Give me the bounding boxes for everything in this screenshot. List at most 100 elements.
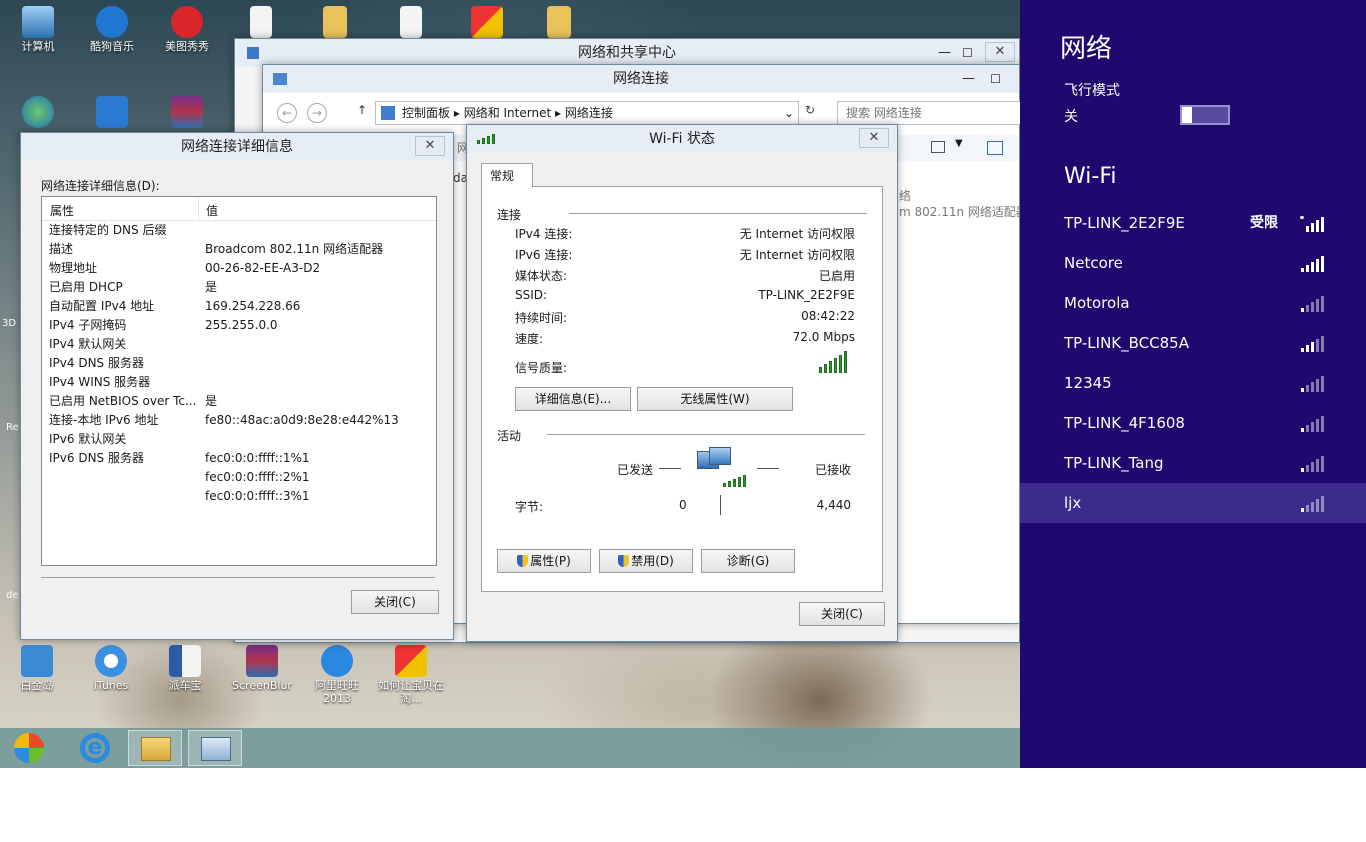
wifi-network-item[interactable]: Motorola <box>1020 283 1366 323</box>
details-list[interactable]: 属性 值 连接特定的 DNS 后缀 描述 Broadcom 802.11n 网络适配… <box>41 196 437 566</box>
details-row-value: 00-26-82-EE-A3-D2 <box>205 261 321 275</box>
status-value: 无 Internet 访问权限 <box>739 227 855 241</box>
details-row[interactable]: IPv4 默认网关 <box>42 335 436 354</box>
signal-quality-icon <box>819 351 847 373</box>
details-row[interactable]: 描述 Broadcom 802.11n 网络适配器 <box>42 240 436 259</box>
wifi-network-item[interactable]: Netcore <box>1020 243 1366 283</box>
status-value: TP-LINK_2E2F9E <box>758 288 855 302</box>
taskbar-control-panel[interactable] <box>188 730 242 766</box>
details-row[interactable]: 自动配置 IPv4 地址 169.254.228.66 <box>42 297 436 316</box>
desktop-icon-folder[interactable] <box>300 6 370 40</box>
wifi-network-item[interactable]: TP-LINK_4F1608 <box>1020 403 1366 443</box>
desktop-icon-network[interactable] <box>3 96 73 130</box>
breadcrumb-item[interactable]: 网络和 Internet <box>464 106 551 120</box>
desktop-icon-baijindao[interactable]: 白金岛 <box>2 645 72 692</box>
details-row[interactable]: IPv6 DNS 服务器 fec0:0:0:ffff::1%1 <box>42 449 436 468</box>
details-row[interactable]: IPv4 子网掩码 255.255.0.0 <box>42 316 436 335</box>
desktop-icon-meitu[interactable]: 美图秀秀 <box>152 6 222 53</box>
details-row[interactable]: 已启用 NetBIOS over Tc... 是 <box>42 392 436 411</box>
desktop-icon-aliwangwang[interactable]: 阿里旺旺 2013 <box>302 645 372 705</box>
desktop-icon-winrar[interactable] <box>152 96 222 130</box>
desktop-icon-shortcut-2[interactable] <box>77 96 147 130</box>
file-explorer-icon <box>141 737 171 761</box>
search-input[interactable] <box>837 101 1020 125</box>
desktop-icon-screenblur[interactable]: ScreenBlur <box>227 645 297 692</box>
details-row-property: IPv4 子网掩码 <box>49 318 127 332</box>
taskbar-internet-explorer[interactable]: e <box>66 730 120 766</box>
view-options-icon[interactable] <box>931 141 945 153</box>
desktop-icon-paichebao[interactable]: 派车宝 <box>150 645 220 692</box>
desktop-icon-computer[interactable]: 计算机 <box>3 6 73 53</box>
breadcrumb-item[interactable]: 控制面板 <box>402 106 450 120</box>
chevron-down-icon[interactable]: ▼ <box>955 138 963 149</box>
computer-icon <box>22 6 54 38</box>
details-close-button[interactable]: 关闭(C) <box>351 590 439 614</box>
minimize-icon[interactable]: — <box>938 39 951 67</box>
wifi-network-item[interactable]: TP-LINK_Tang <box>1020 443 1366 483</box>
desktop-icon-document-2[interactable] <box>376 6 446 40</box>
wifi-signal-icon <box>1301 296 1324 312</box>
start-button[interactable] <box>2 730 56 766</box>
refresh-icon[interactable]: ↻ <box>805 103 815 117</box>
taskbar-file-explorer[interactable] <box>128 730 182 766</box>
wifi-network-item[interactable]: 12345 <box>1020 363 1366 403</box>
desktop-icon-itunes[interactable]: iTunes <box>76 645 146 692</box>
details-row[interactable]: IPv4 DNS 服务器 <box>42 354 436 373</box>
dialog-title: Wi-Fi 状态 <box>649 131 715 147</box>
network-name: TP-LINK_4F1608 <box>1064 414 1185 432</box>
up-icon[interactable]: ↑ <box>357 103 367 117</box>
close-icon[interactable]: ✕ <box>859 128 889 148</box>
breadcrumb[interactable]: 控制面板 ▸ 网络和 Internet ▸ 网络连接 ⌄ <box>375 101 799 125</box>
details-row[interactable]: 物理地址 00-26-82-EE-A3-D2 <box>42 259 436 278</box>
details-row[interactable]: 已启用 DHCP 是 <box>42 278 436 297</box>
details-row-property: 物理地址 <box>49 261 98 275</box>
details-row[interactable]: 连接-本地 IPv6 地址 fe80::48ac:a0d9:8e28:e442%1… <box>42 411 436 430</box>
status-label: IPv4 连接: <box>515 227 573 241</box>
wifi-network-item[interactable]: ljx <box>1020 483 1366 523</box>
status-label: 速度: <box>515 332 544 346</box>
column-header-value[interactable]: 值 <box>206 202 218 219</box>
wifi-heading: Wi-Fi <box>1064 164 1117 189</box>
column-header-property[interactable]: 属性 <box>50 202 74 219</box>
back-icon[interactable]: ← <box>277 103 297 123</box>
desktop-icon-document[interactable] <box>226 6 296 40</box>
connection-name[interactable]: 络 <box>899 187 911 204</box>
desktop-icon-label: 派车宝 <box>168 679 202 692</box>
close-icon[interactable]: ✕ <box>415 136 445 156</box>
start-orb-icon <box>14 733 44 763</box>
forward-icon[interactable]: → <box>307 103 327 123</box>
properties-button[interactable]: 属性(P) <box>497 549 591 573</box>
details-row[interactable]: IPv6 默认网关 <box>42 430 436 449</box>
details-row[interactable]: 连接特定的 DNS 后缀 <box>42 221 436 240</box>
details-separator <box>41 577 435 578</box>
details-row[interactable]: IPv4 WINS 服务器 <box>42 373 436 392</box>
details-row[interactable]: fec0:0:0:ffff::2%1 <box>42 468 436 487</box>
airplane-mode-toggle[interactable] <box>1180 105 1230 125</box>
breadcrumb-item[interactable]: 网络连接 <box>565 106 613 120</box>
disable-button[interactable]: 禁用(D) <box>599 549 693 573</box>
status-value: 已启用 <box>818 269 855 283</box>
details-button[interactable]: 详细信息(E)... <box>515 387 631 411</box>
status-row: IPv4 连接: 无 Internet 访问权限 <box>515 225 855 246</box>
preview-pane-icon[interactable] <box>987 141 1003 155</box>
maximize-icon[interactable]: ☐ <box>962 39 973 67</box>
wireless-properties-button[interactable]: 无线属性(W) <box>637 387 793 411</box>
wifi-close-button[interactable]: 关闭(C) <box>799 602 885 626</box>
desktop-icon-taobao-guide[interactable]: 如何让宝贝在淘... <box>376 645 446 705</box>
wifi-network-item[interactable]: TP-LINK_2E2F9E 受限 <box>1020 203 1366 243</box>
details-row[interactable]: fec0:0:0:ffff::3%1 <box>42 487 436 506</box>
chevron-down-icon[interactable]: ⌄ <box>784 102 794 124</box>
network-name: 12345 <box>1064 374 1112 392</box>
desktop-icon-kugou[interactable]: 酷狗音乐 <box>77 6 147 53</box>
desktop-icon-folder-2[interactable] <box>524 6 594 40</box>
dialog-title: 网络连接详细信息 <box>181 139 293 155</box>
tab-general[interactable]: 常规 <box>481 163 533 187</box>
maximize-icon[interactable]: ☐ <box>990 65 1001 93</box>
diagnose-button[interactable]: 诊断(G) <box>701 549 795 573</box>
wifi-network-item[interactable]: TP-LINK_BCC85A <box>1020 323 1366 363</box>
desktop-icon-shortcut[interactable] <box>452 6 522 40</box>
minimize-icon[interactable]: — <box>962 65 975 93</box>
taskbar: e <box>0 728 1020 768</box>
control-panel-icon <box>201 737 231 761</box>
close-icon[interactable]: ✕ <box>985 42 1015 62</box>
